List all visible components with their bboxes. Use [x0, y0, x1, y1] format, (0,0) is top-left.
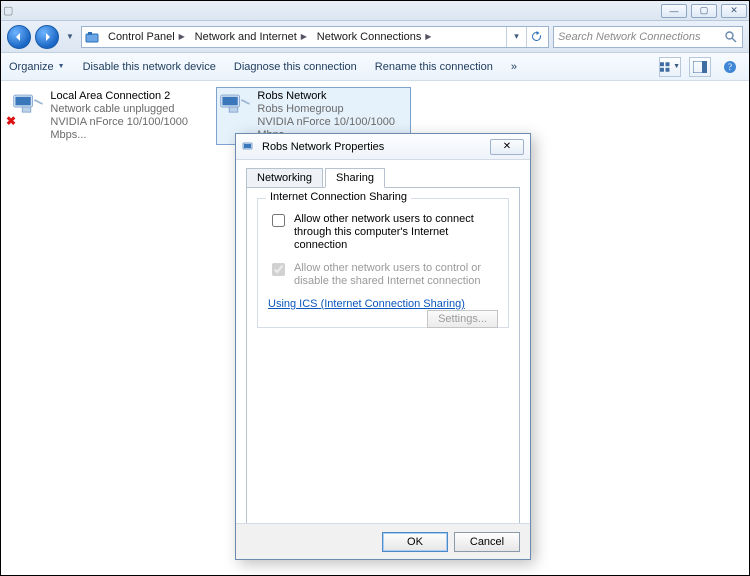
properties-dialog: Robs Network Properties ✕ Networking Sha… — [235, 133, 531, 560]
dialog-titlebar[interactable]: Robs Network Properties ✕ — [236, 134, 530, 160]
nic-icon — [219, 90, 251, 124]
button-label: Disable this network device — [83, 61, 216, 73]
dialog-close-button[interactable]: ✕ — [490, 139, 524, 155]
location-icon — [84, 29, 100, 45]
error-icon: ✖ — [6, 114, 18, 126]
history-dropdown[interactable]: ▼ — [63, 28, 77, 46]
checkbox-label: Allow other network users to control or … — [294, 262, 498, 288]
allow-connect-checkbox[interactable] — [272, 214, 285, 227]
tab-networking[interactable]: Networking — [246, 168, 323, 188]
connection-status: Network cable unplugged — [50, 103, 201, 116]
search-placeholder: Search Network Connections — [558, 31, 700, 43]
tab-label: Sharing — [336, 172, 374, 184]
crumb-network-connections[interactable]: Network Connections ▶ — [313, 27, 438, 47]
organize-menu[interactable]: Organize ▼ — [9, 61, 65, 73]
refresh-icon — [531, 31, 542, 42]
button-label: OK — [407, 536, 423, 548]
app-icon: ▢ — [3, 4, 13, 17]
checkbox-label: Allow other network users to connect thr… — [294, 213, 498, 252]
allow-control-checkbox — [272, 263, 285, 276]
settings-button: Settings... — [427, 310, 498, 328]
back-button[interactable] — [7, 25, 31, 49]
overflow-label: » — [511, 61, 517, 73]
ics-help-link[interactable]: Using ICS (Internet Connection Sharing) — [268, 298, 465, 310]
preview-pane-button[interactable] — [689, 57, 711, 77]
button-label: Settings... — [438, 313, 487, 325]
connection-name: Robs Network — [257, 90, 408, 103]
crumb-network-internet[interactable]: Network and Internet ▶ — [191, 27, 313, 47]
forward-button[interactable] — [35, 25, 59, 49]
help-button[interactable]: ? — [719, 57, 741, 77]
tab-sharing[interactable]: Sharing — [325, 168, 385, 188]
connection-device: NVIDIA nForce 10/100/1000 Mbps... — [50, 116, 201, 142]
address-dropdown[interactable]: ▾ — [506, 27, 526, 47]
tab-label: Networking — [257, 172, 312, 184]
view-icon — [660, 61, 671, 73]
connection-status: Robs Homegroup — [257, 103, 408, 116]
nic-icon: ✖ — [12, 90, 44, 124]
maximize-button[interactable]: ▢ — [691, 4, 717, 18]
arrow-left-icon — [13, 31, 25, 43]
svg-text:?: ? — [728, 62, 732, 72]
diagnose-button[interactable]: Diagnose this connection — [234, 61, 357, 73]
refresh-button[interactable] — [526, 27, 546, 47]
group-legend: Internet Connection Sharing — [266, 191, 411, 203]
tab-strip: Networking Sharing — [246, 168, 520, 188]
overflow-button[interactable]: » — [511, 61, 517, 73]
button-label: Rename this connection — [375, 61, 493, 73]
close-button[interactable]: ✕ — [721, 4, 747, 18]
command-bar: Organize ▼ Disable this network device D… — [1, 53, 749, 81]
nic-small-icon — [242, 140, 256, 154]
chevron-right-icon[interactable]: ▶ — [423, 32, 433, 41]
search-box[interactable]: Search Network Connections — [553, 26, 743, 48]
button-label: Diagnose this connection — [234, 61, 357, 73]
chevron-down-icon: ▼ — [58, 63, 65, 70]
crumb-label: Network and Internet — [195, 31, 297, 43]
crumb-label: Control Panel — [108, 31, 175, 43]
breadcrumb-bar[interactable]: Control Panel ▶ Network and Internet ▶ N… — [81, 26, 549, 48]
tab-content: Internet Connection Sharing Allow other … — [246, 187, 520, 533]
dialog-footer: OK Cancel — [236, 523, 530, 559]
search-icon — [724, 30, 738, 44]
connection-item[interactable]: ✖ Local Area Connection 2 Network cable … — [9, 87, 204, 145]
chevron-right-icon[interactable]: ▶ — [177, 32, 187, 41]
help-icon: ? — [723, 60, 737, 74]
window-titlebar: ▢ — ▢ ✕ — [1, 1, 749, 21]
dialog-title: Robs Network Properties — [262, 141, 384, 153]
nav-bar: ▼ Control Panel ▶ Network and Internet ▶… — [1, 21, 749, 53]
caption-buttons: — ▢ ✕ — [661, 4, 747, 18]
rename-button[interactable]: Rename this connection — [375, 61, 493, 73]
crumb-label: Network Connections — [317, 31, 422, 43]
allow-connect-row: Allow other network users to connect thr… — [268, 213, 498, 252]
cancel-button[interactable]: Cancel — [454, 532, 520, 552]
allow-control-row: Allow other network users to control or … — [268, 262, 498, 288]
menu-label: Organize — [9, 61, 54, 73]
chevron-down-icon: ▼ — [673, 63, 680, 70]
pane-icon — [693, 61, 707, 73]
view-options-button[interactable]: ▼ — [659, 57, 681, 77]
arrow-right-icon — [41, 31, 53, 43]
ics-groupbox: Internet Connection Sharing Allow other … — [257, 198, 509, 328]
crumb-control-panel[interactable]: Control Panel ▶ — [104, 27, 191, 47]
window-title: ▢ — [3, 4, 17, 17]
connection-name: Local Area Connection 2 — [50, 90, 201, 103]
link-label: Using ICS (Internet Connection Sharing) — [268, 298, 465, 310]
button-label: Cancel — [470, 536, 504, 548]
minimize-button[interactable]: — — [661, 4, 687, 18]
ok-button[interactable]: OK — [382, 532, 448, 552]
chevron-right-icon[interactable]: ▶ — [299, 32, 309, 41]
disable-device-button[interactable]: Disable this network device — [83, 61, 216, 73]
